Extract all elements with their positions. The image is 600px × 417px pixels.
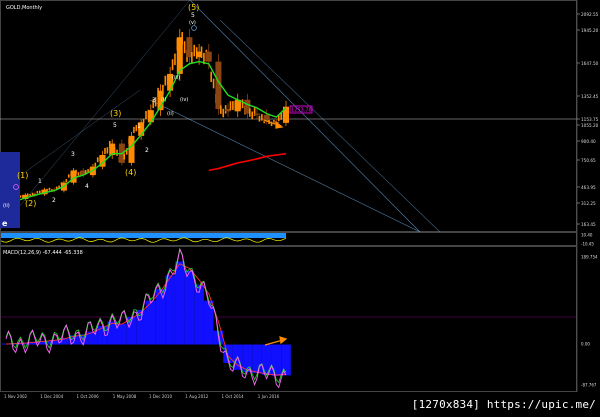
time-label: 1 Nov 2002 — [4, 394, 28, 399]
left-label-ii: (ii) — [3, 203, 10, 209]
price-tick-label: 750.65 — [581, 158, 596, 163]
price-tick-label: 163.45 — [581, 222, 596, 227]
macd-bar — [165, 275, 175, 345]
macd-bar — [174, 261, 185, 345]
horizontal-level — [0, 118, 577, 318]
sub-label-r2: 2 — [145, 147, 149, 154]
channel-lines — [0, 0, 441, 233]
wave-label-5: (5) — [188, 3, 199, 12]
price-tick-label: 463.95 — [581, 185, 596, 190]
price-tick-label: 2092.55 — [581, 12, 599, 17]
price-arrow-head — [275, 120, 284, 129]
time-label: 1 Dec 2010 — [149, 394, 172, 399]
sub-label-r3: 3 — [152, 97, 156, 104]
wave-marker-top — [191, 25, 197, 31]
macd — [1, 247, 291, 389]
candle-body — [147, 110, 154, 123]
macd-tick-label: 0.00 — [581, 342, 590, 347]
macd-title: MACD(12,26,9) -67.444 -65.338 — [3, 250, 83, 256]
candle-body — [254, 113, 261, 115]
time-label: 1 Oct 2006 — [77, 394, 100, 399]
wave-label-1: (1) — [17, 171, 28, 180]
sub-label-ii: (ii) — [167, 111, 174, 117]
sub-label-5: 5 — [113, 122, 117, 129]
price-tag-value: 1253.78 — [291, 108, 312, 114]
time-label: 1 Oct 2014 — [222, 394, 245, 399]
moving-averages — [5, 60, 287, 206]
time-label: 1 Jun 2016 — [258, 394, 280, 399]
osc-fill — [1, 233, 286, 238]
price-tick-label: 1153.75 — [581, 117, 599, 122]
macd-tick-label: 189.754 — [581, 255, 598, 260]
price-tick-label: 312.25 — [581, 201, 596, 206]
macd-bar — [146, 300, 156, 345]
chart-window: 2092.55 1945.20 1647.50 1352.45 1153.75 1055.… — [0, 0, 600, 413]
time-axis: 1 Nov 2002 1 Dec 2004 1 Oct 2006 1 May 2008… — [4, 394, 280, 399]
wave-labels: (1) (2) (3) (4) (5) 1 2 3 4 5 1 2 3 (i) … — [2, 3, 199, 228]
top-label-5: 5 — [191, 12, 195, 19]
macd-bar — [203, 300, 214, 345]
sub-label-r1: 1 — [137, 123, 141, 130]
sub-label-4: 4 — [85, 183, 89, 190]
macd-bar — [184, 270, 195, 345]
channel-mid — [219, 19, 441, 233]
ma-slow-line — [208, 152, 287, 172]
time-label: 1 Dec 2004 — [40, 394, 63, 399]
chart-svg: 2092.55 1945.20 1647.50 1352.45 1153.751055.… — [0, 0, 599, 399]
price-tag: 1253.78 — [289, 105, 313, 114]
macd-bar — [117, 323, 127, 345]
wave-label-3: (3) — [110, 109, 121, 118]
price-tick-label: 900.40 — [581, 139, 596, 144]
ma-fast-line — [5, 60, 287, 206]
oscillator — [0, 233, 287, 243]
sub-label-1: 1 — [38, 178, 42, 185]
osc-tick-label: 10.40 — [581, 233, 593, 238]
osc-tick-label: -10.45 — [581, 242, 594, 247]
candles — [3, 28, 289, 206]
price-tick-label: 1055.20 — [581, 123, 599, 128]
candle-body — [128, 135, 135, 163]
macd-tick-label: -87.767 — [581, 383, 597, 388]
candle-body — [205, 51, 212, 62]
left-label-e: e — [2, 219, 8, 228]
macd-bar — [194, 284, 204, 345]
osc-line — [0, 237, 287, 243]
channel-upper — [189, 0, 421, 233]
macd-bar — [155, 289, 166, 345]
time-label: 1 Aug 2012 — [185, 394, 209, 399]
wave-label-2: (2) — [25, 199, 36, 208]
sub-label-v: (v) — [189, 20, 196, 26]
sub-label-iii: (iii) — [172, 75, 180, 81]
wave-box — [0, 152, 20, 228]
macd-bar — [271, 344, 282, 376]
sub-label-2: 2 — [52, 197, 56, 204]
time-label: 1 May 2008 — [113, 394, 137, 399]
price-tick-label: 1945.20 — [581, 28, 599, 33]
price-axis: 2092.55 1945.20 1647.50 1352.45 1153.751055.… — [576, 0, 599, 392]
macd-arrow-head — [279, 336, 288, 345]
price-tick-label: 1647.50 — [581, 61, 599, 66]
macd-bar — [252, 344, 262, 374]
chart-title: GOLD,Monthly — [6, 5, 42, 11]
sub-label-3: 3 — [71, 151, 75, 158]
price-tick-label: 1352.45 — [581, 94, 599, 99]
sub-label-i: (i) — [161, 97, 166, 103]
sub-label-iv: (iv) — [180, 97, 188, 103]
wave-label-4: (4) — [125, 168, 136, 177]
watermark: [1270x834] https://upic.me/ — [411, 398, 596, 411]
